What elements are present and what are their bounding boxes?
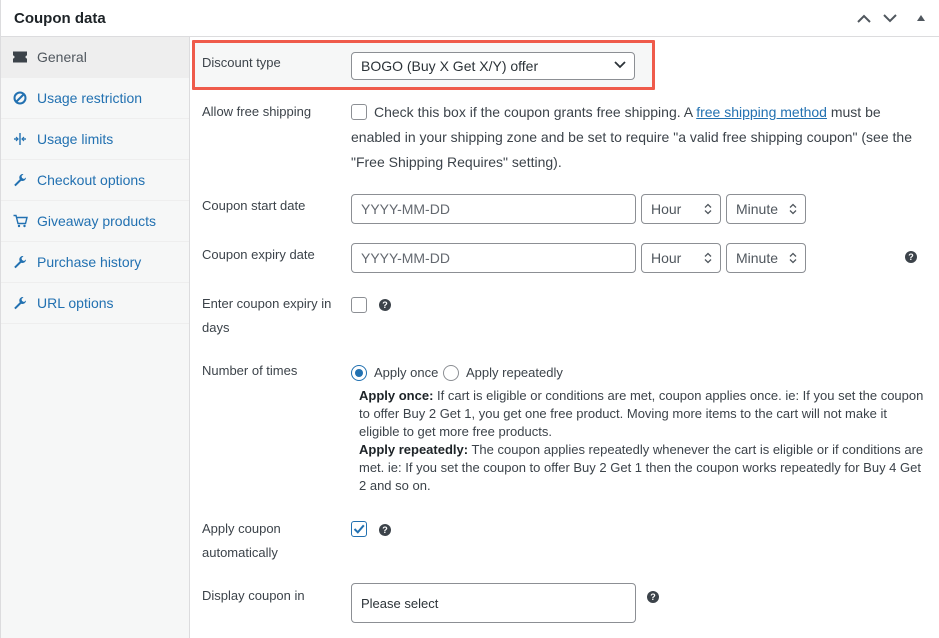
move-down-button[interactable] [881,9,899,27]
expiry-date-input[interactable]: YYYY-MM-DD [351,243,636,273]
coupon-data-panel: Coupon data General Usage restriction Us… [0,0,939,638]
start-minute-select[interactable]: Minute [726,194,806,224]
expiry-days-label-line2: days [202,320,230,335]
free-shipping-description-line3: "Free Shipping Requires" setting). [351,154,562,170]
chevron-up-icon [857,14,871,23]
start-date-label: Coupon start date [202,198,306,213]
expiry-minute-select[interactable]: Minute [726,243,806,273]
apply-auto-label-line2: automatically [202,545,278,560]
tab-giveaway-products[interactable]: Giveaway products [1,201,189,242]
tab-usage-restriction[interactable]: Usage restriction [1,78,189,119]
free-shipping-label: Allow free shipping [202,104,312,119]
restriction-icon [12,90,28,106]
apply-once-radio[interactable] [351,365,367,381]
tab-general[interactable]: General [1,37,189,78]
expiry-days-checkbox[interactable] [351,297,367,313]
panel-header: Coupon data [1,0,939,37]
tab-label: Checkout options [37,172,146,188]
expiry-days-label-line1: Enter coupon expiry in [202,296,332,311]
display-in-label: Display coupon in [202,588,305,603]
wrench-icon [12,172,28,188]
discount-type-value: BOGO (Buy X Get X/Y) offer [361,58,539,74]
free-shipping-method-link[interactable]: free shipping method [696,104,827,120]
tab-usage-limits[interactable]: Usage limits [1,119,189,160]
panel-title: Coupon data [14,10,106,27]
free-shipping-checkbox[interactable] [351,104,367,120]
apply-auto-label-line1: Apply coupon [202,521,281,536]
tab-label: Giveaway products [37,213,157,229]
wrench-icon [12,254,28,270]
help-icon[interactable]: ? [379,524,391,536]
tab-purchase-history[interactable]: Purchase history [1,242,189,283]
apply-once-description: Apply once: If cart is eligible or condi… [359,388,924,439]
help-icon[interactable]: ? [379,299,391,311]
help-icon[interactable]: ? [905,251,917,263]
free-shipping-description-line2: enabled in your shipping zone and be set… [351,129,912,145]
number-of-times-label: Number of times [202,363,298,378]
coupon-tabs: General Usage restriction Usage limits C… [1,37,190,638]
spinner-icon [789,252,797,264]
apply-once-label[interactable]: Apply once [374,360,438,385]
discount-type-label: Discount type [202,55,281,70]
tab-label: Usage restriction [37,90,143,106]
tab-label: Purchase history [37,254,142,270]
free-shipping-description: Check this box if the coupon grants free… [374,104,881,120]
cart-icon [12,213,28,229]
tab-label: URL options [37,295,114,311]
apply-repeatedly-label[interactable]: Apply repeatedly [466,360,563,385]
display-in-select[interactable]: Please select [351,583,636,623]
start-hour-select[interactable]: Hour [641,194,721,224]
wrench-icon [12,295,28,311]
tab-checkout-options[interactable]: Checkout options [1,160,189,201]
expiry-hour-select[interactable]: Hour [641,243,721,273]
limits-icon [12,131,28,147]
move-up-button[interactable] [855,9,873,27]
help-icon[interactable]: ? [647,591,659,603]
start-date-input[interactable]: YYYY-MM-DD [351,194,636,224]
toggle-panel-button[interactable] [912,9,930,27]
triangle-up-icon [917,15,925,21]
ticket-icon [12,49,28,65]
checkmark-icon [353,524,365,534]
apply-repeatedly-description: Apply repeatedly: The coupon applies rep… [359,442,924,493]
spinner-icon [789,203,797,215]
spinner-icon [704,203,712,215]
spinner-icon [704,252,712,264]
chevron-down-icon [614,61,626,69]
tab-label: Usage limits [37,131,114,147]
chevron-down-icon [883,13,897,22]
tab-label: General [37,49,87,65]
apply-auto-checkbox[interactable] [351,521,367,537]
discount-type-select[interactable]: BOGO (Buy X Get X/Y) offer [351,52,635,80]
apply-repeatedly-radio[interactable] [443,365,459,381]
tab-url-options[interactable]: URL options [1,283,189,324]
expiry-date-label: Coupon expiry date [202,247,315,262]
